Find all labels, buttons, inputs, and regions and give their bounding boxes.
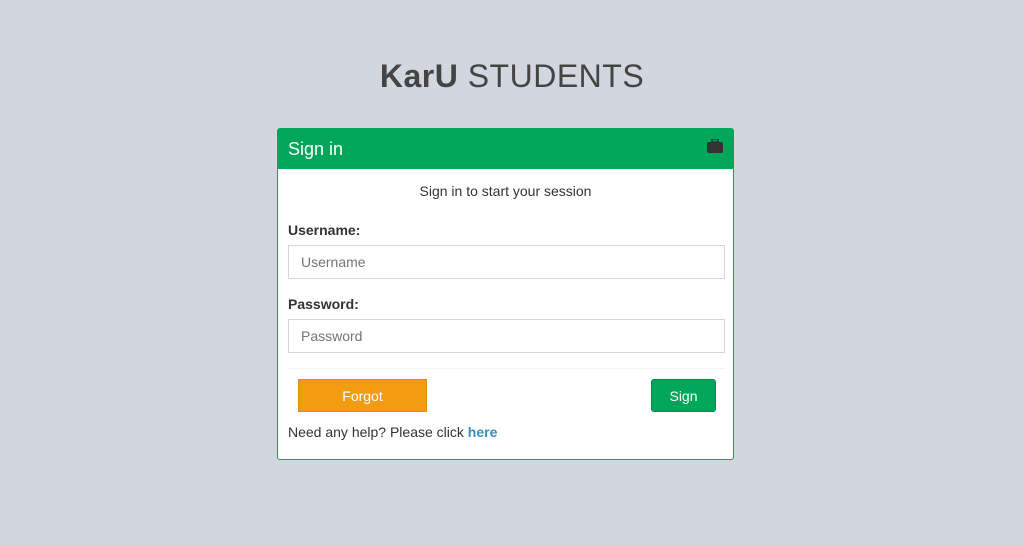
username-input[interactable] (288, 245, 725, 279)
box-header: Sign in (278, 129, 733, 169)
username-label: Username: (288, 222, 361, 238)
session-message: Sign in to start your session (419, 183, 592, 199)
password-input[interactable] (288, 319, 725, 353)
logo-light-text: STUDENTS (458, 58, 645, 94)
divider (288, 368, 725, 369)
forgot-password-button[interactable]: Forgot password? (298, 379, 427, 437)
help-text: Need any help? Please click here (288, 424, 497, 440)
logo-bold-text: KarU (379, 58, 459, 94)
help-link[interactable]: here (468, 424, 498, 440)
app-logo: KarU STUDENTS (0, 58, 1024, 95)
signin-box: Sign in Sign in to start your session Us… (277, 128, 734, 460)
password-label: Password: (288, 296, 359, 312)
sign-in-button[interactable]: Sign In (651, 379, 716, 437)
help-prefix: Need any help? Please click (288, 424, 468, 440)
briefcase-icon[interactable] (707, 138, 723, 158)
box-title: Sign in (288, 138, 344, 159)
